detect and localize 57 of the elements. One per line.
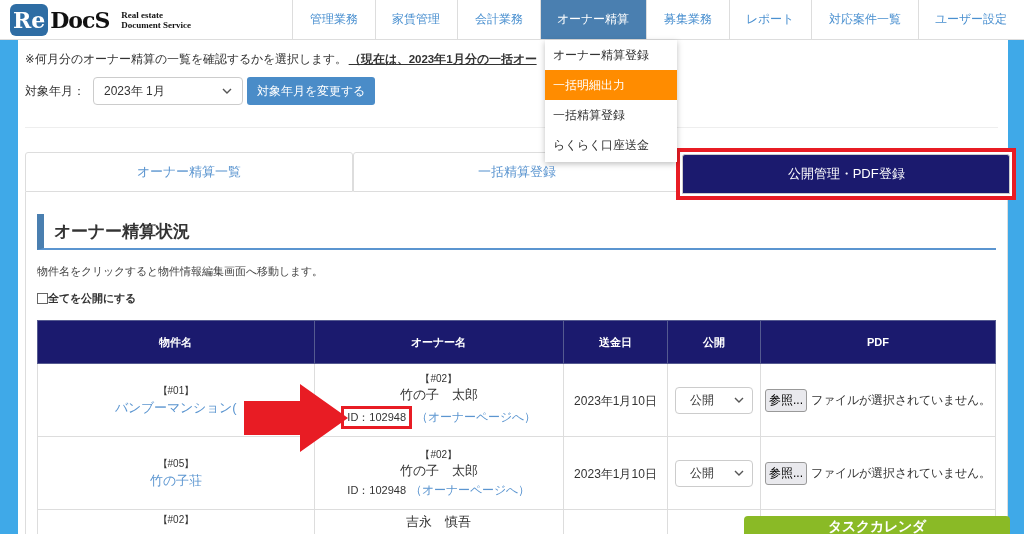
logo-mark: Re [10, 3, 49, 36]
owner-name: 竹の子 太郎 [398, 385, 479, 404]
chevron-down-icon [734, 470, 745, 476]
property-number: 【#01】 [156, 383, 196, 398]
browse-button[interactable]: 参照... [765, 461, 807, 485]
property-number: 【#02】 [156, 513, 196, 527]
tab[interactable]: 公開管理・PDF登録 [682, 154, 1010, 194]
month-select[interactable]: 2023年 1月 [93, 77, 243, 105]
remit-date: 2023年1月10日 [574, 466, 657, 481]
nav-item[interactable]: 会計業務 [457, 0, 540, 39]
owner-page-link[interactable]: （オーナーページへ） [416, 408, 537, 426]
owner-name: 竹の子 太郎 [398, 461, 479, 480]
owner-number: 【#02】 [419, 371, 459, 386]
column-header: PDF [760, 320, 996, 364]
nav-item[interactable]: 家賃管理 [374, 0, 457, 39]
owner-page-link[interactable]: （オーナーページへ） [410, 481, 531, 499]
chevron-down-icon [734, 397, 745, 403]
nav-item[interactable]: 対応案件一覧 [811, 0, 918, 39]
menu-item[interactable]: 一括明細出力 [545, 70, 677, 100]
section-heading: オーナー精算状況 [37, 214, 996, 250]
file-status: ファイルが選択されていません。 [811, 391, 991, 409]
file-status: ファイルが選択されていません。 [811, 464, 991, 482]
chevron-down-icon [222, 88, 232, 94]
nav-item[interactable]: オーナー精算 [539, 0, 646, 39]
logo-wordmark: DocS [50, 6, 110, 33]
checkbox-label: 全てを公開にする [48, 291, 136, 306]
logo-tagline: Real estate [121, 9, 165, 20]
browse-button[interactable]: 参照... [765, 388, 807, 412]
menu-item[interactable]: 一括精算登録 [545, 100, 677, 130]
logo-tagline: Document Service [121, 19, 192, 30]
property-link[interactable]: バンブーマンション( [115, 399, 237, 415]
nav-item[interactable]: レポート [728, 0, 811, 39]
column-header: 公開 [667, 320, 761, 364]
current-period-note: （現在は、2023年1月分の一括オー [348, 53, 537, 65]
change-period-button[interactable]: 対象年月を変更する [247, 77, 375, 105]
visibility-select[interactable]: 公開 [675, 459, 754, 487]
owner-name: 吉永 慎吾 [405, 513, 473, 531]
property-number: 【#05】 [156, 456, 196, 471]
column-header: 物件名 [37, 320, 315, 364]
owner-number: 【#02】 [419, 447, 459, 462]
remit-date: 2023年1月10日 [574, 393, 657, 408]
nav-item[interactable]: 管理業務 [292, 0, 375, 39]
period-label: 対象年月： [25, 82, 85, 100]
task-calendar-button[interactable]: タスクカレンダ [744, 516, 1010, 534]
property-link[interactable]: 竹の子荘 [149, 472, 202, 488]
owner-id: ID：102948 [347, 482, 407, 498]
tab[interactable]: オーナー精算一覧 [25, 152, 353, 192]
owner-id: ID：102948 [341, 405, 413, 429]
nav-item[interactable]: ユーザー設定 [917, 0, 1024, 39]
column-header: オーナー名 [314, 320, 564, 364]
notice-text: ※何月分のオーナー精算の一覧を確認するかを選択します。 [25, 53, 347, 65]
visibility-select[interactable]: 公開 [675, 386, 754, 414]
hint-text: 物件名をクリックすると物件情報編集画面へ移動します。 [37, 264, 324, 279]
column-header: 送金日 [563, 320, 668, 364]
checkbox[interactable] [37, 293, 48, 304]
nav-item[interactable]: 募集業務 [646, 0, 729, 39]
menu-item[interactable]: オーナー精算登録 [545, 40, 677, 70]
